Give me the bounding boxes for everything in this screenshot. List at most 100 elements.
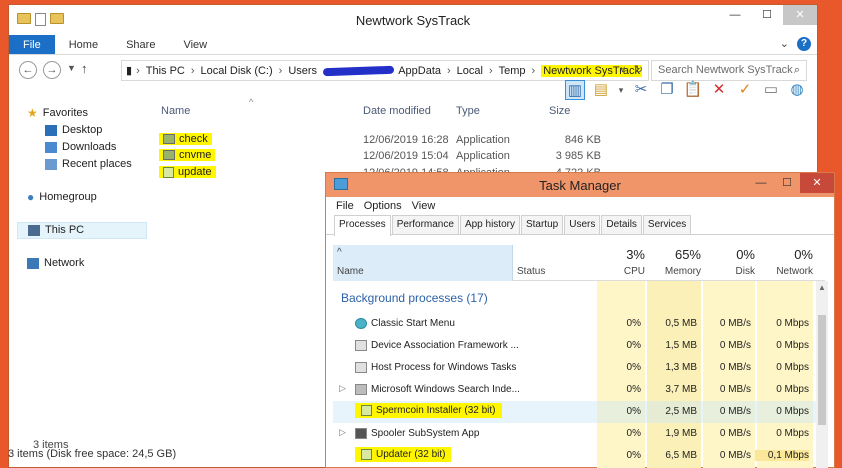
file-row[interactable]: check [159,133,212,147]
nav-label: This PC [45,224,85,236]
tab-performance[interactable]: Performance [391,215,459,234]
nav-desktop[interactable]: Desktop [17,122,147,139]
minimize-button[interactable]: — [719,5,751,25]
printer-icon [355,428,367,439]
tm-close-button[interactable]: ✕ [800,173,834,193]
tab-details[interactable]: Details [601,215,642,234]
breadcrumb-users[interactable]: Users [288,65,317,77]
expand-chevron-icon[interactable]: ▷ [339,383,346,394]
status-bar: 3 items (Disk free space: 24,5 GB) [8,448,177,460]
application-icon [163,134,175,144]
nav-network[interactable]: Network [17,255,147,272]
process-list-scrollbar[interactable]: ▲ [816,281,828,468]
nav-label: Homegroup [39,191,97,203]
address-dropdown-icon[interactable]: ∨ [619,64,626,75]
tm-maximize-button[interactable]: ☐ [774,173,800,193]
check-icon[interactable]: ✓ [735,80,755,100]
close-button[interactable]: ✕ [783,5,817,25]
scroll-up-icon[interactable]: ▲ [818,283,826,292]
menu-file[interactable]: File [336,197,354,215]
menu-view[interactable]: View [412,197,436,215]
tab-startup[interactable]: Startup [520,215,564,234]
sort-caret-icon: ^ [249,97,254,107]
column-date[interactable]: Date modified [363,105,431,117]
dropdown-icon[interactable]: ▾ [617,80,625,100]
column-header-network[interactable]: 0% Network [755,245,813,281]
process-row[interactable]: ▷ Microsoft Windows Search Inde... 0% 3,… [333,379,817,401]
copy-icon[interactable]: ❐ [657,80,677,100]
folder-options-icon[interactable]: ▤ [591,80,611,100]
tab-share[interactable]: Share [112,35,169,54]
nav-homegroup[interactable]: ● Homegroup [17,189,147,206]
column-header-disk[interactable]: 0% Disk [701,245,755,281]
file-name[interactable]: check [159,133,212,145]
paste-icon[interactable]: 📋 [683,80,703,100]
forward-icon[interactable]: → [43,61,61,79]
rename-icon[interactable]: ▭ [761,80,781,100]
homegroup-icon: ● [27,190,35,204]
window-title: Newtwork SysTrack [355,13,471,28]
file-name[interactable]: cnvme [159,149,216,161]
file-row[interactable]: update [159,166,216,181]
tab-app-history[interactable]: App history [459,215,520,234]
column-header-cpu[interactable]: 3% CPU [597,245,645,281]
chevron-down-icon[interactable]: ⌄ [780,37,789,51]
classic-start-icon [355,318,367,329]
tab-home[interactable]: Home [55,35,112,54]
breadcrumb-local-disk[interactable]: Local Disk (C:) [201,65,273,77]
nav-this-pc[interactable]: This PC [17,222,147,239]
cut-icon[interactable]: ✂ [631,80,651,100]
column-size[interactable]: Size [549,105,570,117]
tab-file[interactable]: File [9,35,55,54]
process-row[interactable]: Host Process for Windows Tasks 0% 1,3 MB… [333,357,817,379]
layout-icon[interactable]: ▥ [565,80,585,100]
column-header-status[interactable]: Status [517,245,597,281]
scroll-thumb[interactable] [818,315,826,425]
breadcrumb-this-pc[interactable]: This PC [146,65,185,77]
process-row[interactable]: Updater (32 bit) 0% 6,5 MB 0 MB/s 0,1 Mb… [333,445,817,467]
process-row[interactable]: Device Association Framework ... 0% 1,5 … [333,335,817,357]
process-row[interactable]: ▷ Spooler SubSystem App 0% 1,9 MB 0 MB/s… [333,423,817,445]
expand-chevron-icon[interactable]: ▷ [339,427,346,438]
menu-options[interactable]: Options [364,197,402,215]
column-type[interactable]: Type [456,105,480,117]
maximize-button[interactable]: ☐ [751,5,783,25]
application-icon [163,150,175,160]
desktop-icon [45,125,57,136]
nav-recent-places[interactable]: Recent places [17,156,147,173]
tm-tabs: Processes Performance App history Startu… [326,215,834,236]
tab-processes[interactable]: Processes [334,215,391,236]
file-type: Application [456,134,510,146]
tab-view[interactable]: View [169,35,221,54]
help-icon[interactable]: ? [797,37,811,51]
column-header-memory[interactable]: 65% Memory [645,245,701,281]
file-date: 12/06/2019 15:04 [363,150,449,162]
search-placeholder: Search Newtwork SysTrack [658,64,793,76]
file-name[interactable]: update [159,166,216,178]
nav-favorites[interactable]: ★ Favorites [17,105,147,122]
refresh-icon[interactable]: ↻ [634,63,643,76]
breadcrumb-appdata[interactable]: AppData [398,65,441,77]
delete-icon[interactable]: ✕ [709,80,729,100]
file-row[interactable]: cnvme [159,149,216,163]
recent-locations-icon[interactable]: ▼ [67,63,76,73]
column-header-name[interactable]: ^ Name [333,245,513,281]
breadcrumb-current[interactable]: Newtwork SysTrack [541,64,642,77]
process-icon [355,362,367,373]
tm-minimize-button[interactable]: — [748,173,774,193]
nav-downloads[interactable]: Downloads [17,139,147,156]
back-icon[interactable]: ← [19,61,37,79]
column-name[interactable]: Name [161,105,190,117]
breadcrumb-temp[interactable]: Temp [499,65,526,77]
tab-users[interactable]: Users [564,215,601,234]
search-indexer-icon [355,384,367,395]
globe-icon[interactable]: ◍ [787,80,807,100]
process-list: Background processes (17) Classic Start … [333,281,817,468]
process-row[interactable]: Spermcoin Installer (32 bit) 0% 2,5 MB 0… [333,401,817,423]
process-row[interactable]: Classic Start Menu 0% 0,5 MB 0 MB/s 0 Mb… [333,313,817,335]
nav-label: Downloads [62,141,117,153]
tab-services[interactable]: Services [642,215,692,234]
breadcrumb-local[interactable]: Local [457,65,483,77]
up-icon[interactable]: ↑ [81,61,88,76]
group-header[interactable]: Background processes (17) [341,291,488,305]
